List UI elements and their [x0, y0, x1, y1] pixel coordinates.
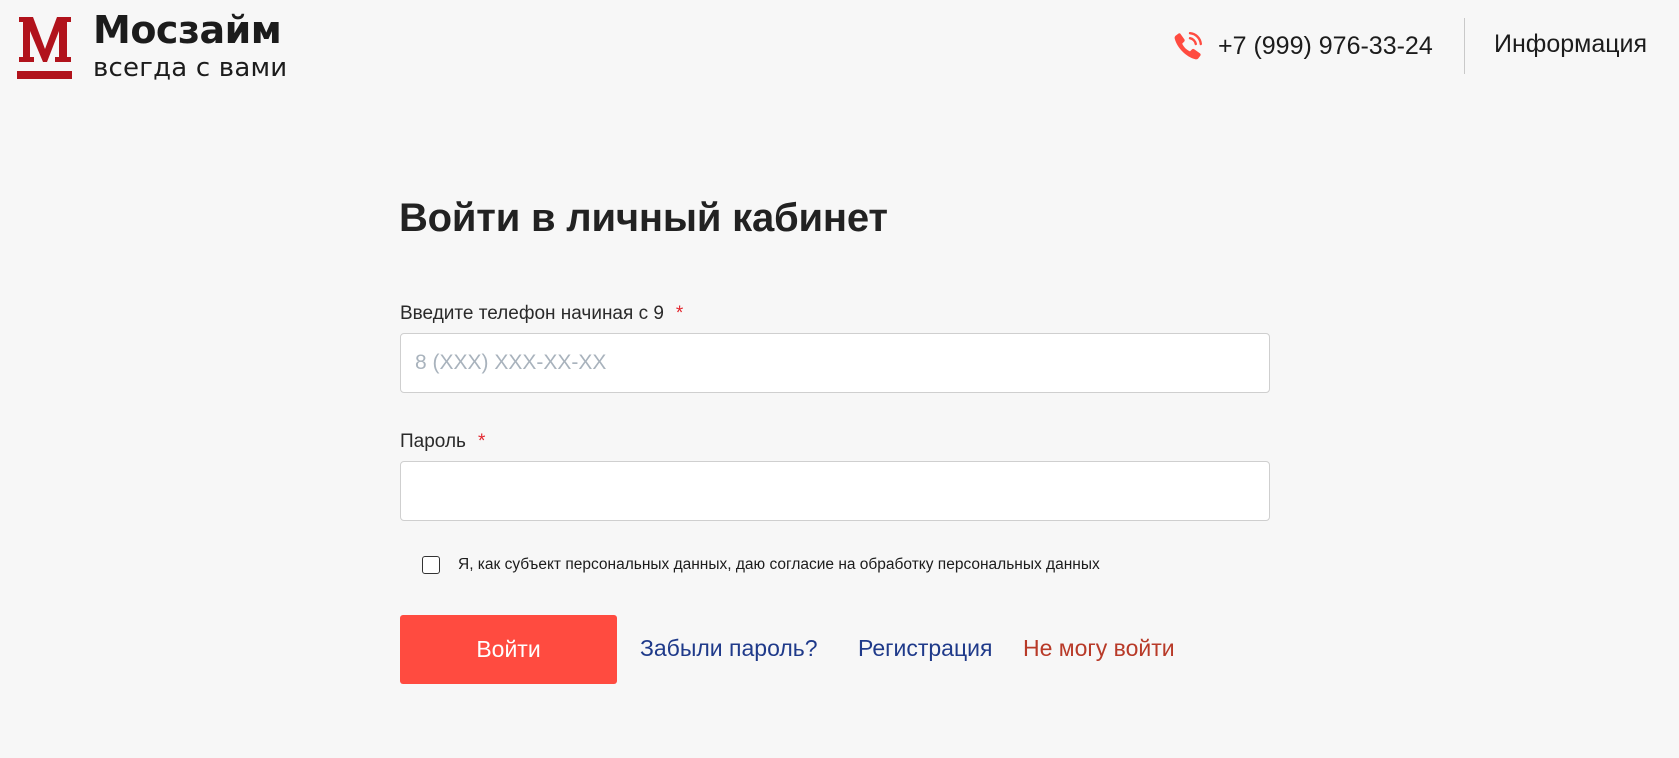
login-button[interactable]: Войти: [400, 615, 617, 684]
forgot-password-link[interactable]: Забыли пароль?: [640, 635, 818, 662]
phone-input[interactable]: [400, 333, 1270, 393]
page-title: Войти в личный кабинет: [399, 196, 888, 240]
phone-label-text: Введите телефон начиная с 9: [400, 303, 664, 324]
phone-call-icon: [1174, 32, 1202, 60]
header-phone-link[interactable]: +7 (999) 976-33-24: [1172, 28, 1433, 64]
site-header: Мосзайм всегда с вами +7 (999) 976-33-24…: [0, 0, 1679, 100]
header-divider: [1464, 18, 1465, 74]
mosloan-m-logo-icon: [17, 17, 72, 79]
logo-tagline: всегда с вами: [93, 53, 288, 83]
consent-checkbox[interactable]: [422, 556, 440, 574]
cant-login-link[interactable]: Не могу войти: [1023, 635, 1175, 662]
info-link[interactable]: Информация: [1494, 30, 1647, 59]
required-mark: *: [477, 431, 486, 452]
required-mark: *: [675, 303, 684, 324]
consent-text: Я, как субъект персональных данных, даю …: [458, 556, 1100, 573]
password-label-text: Пароль: [400, 431, 466, 452]
logo-name: Мосзайм: [93, 8, 282, 52]
password-input[interactable]: [400, 461, 1270, 521]
consent-row: Я, как субъект персональных данных, даю …: [422, 556, 1100, 574]
phone-field-label: Введите телефон начиная с 9 *: [400, 303, 683, 325]
site-logo[interactable]: Мосзайм всегда с вами: [17, 8, 307, 84]
password-field-label: Пароль *: [400, 431, 485, 453]
register-link[interactable]: Регистрация: [858, 635, 992, 662]
phone-number: +7 (999) 976-33-24: [1218, 31, 1433, 60]
